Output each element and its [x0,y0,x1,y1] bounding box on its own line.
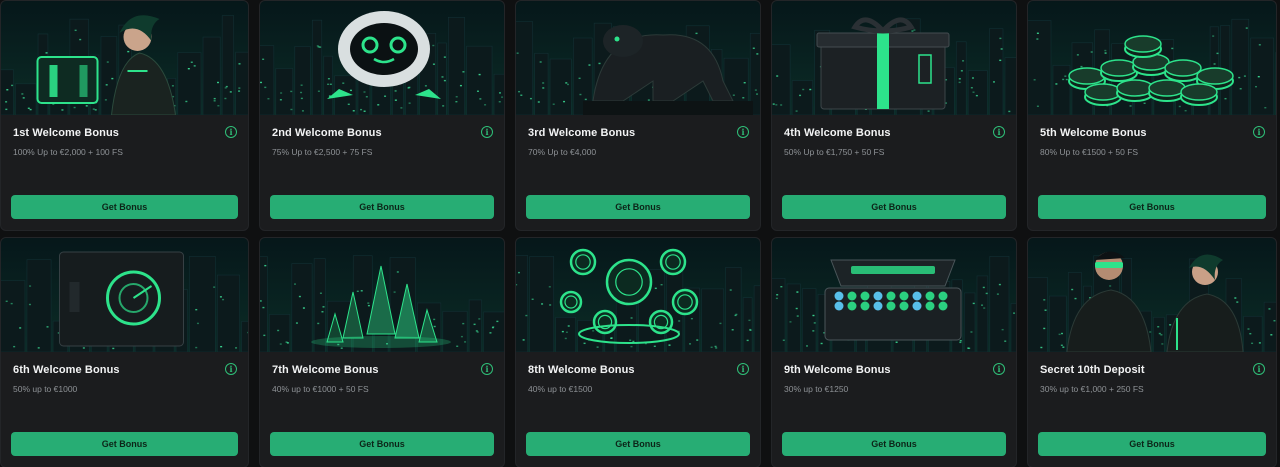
bonus-artwork [260,1,504,115]
get-bonus-button[interactable]: Get Bonus [270,195,494,219]
get-bonus-button[interactable]: Get Bonus [526,195,750,219]
bonus-card: 7th Welcome Bonus i 40% up to €1000 + 50 F… [259,237,505,467]
get-bonus-button[interactable]: Get Bonus [782,195,1006,219]
bonus-card: 8th Welcome Bonus i 40% up to €1500 Get Bon… [515,237,761,467]
bonus-title: 3rd Welcome Bonus [528,127,636,139]
bonus-description: 100% Up to €2,000 + 100 FS [13,147,123,157]
bonus-title: 8th Welcome Bonus [528,364,635,376]
bonus-title: 7th Welcome Bonus [272,364,379,376]
bonus-description: 50% Up to €1,750 + 50 FS [784,147,885,157]
get-bonus-button[interactable]: Get Bonus [782,432,1006,456]
bonus-card: 2nd Welcome Bonus i 75% Up to €2,500 + 75 … [259,0,505,231]
bonus-title: Secret 10th Deposit [1040,364,1145,376]
bonus-description: 30% up to €1,000 + 250 FS [1040,384,1144,394]
bonus-title: 4th Welcome Bonus [784,127,891,139]
bonus-artwork [260,238,504,352]
get-bonus-button[interactable]: Get Bonus [270,432,494,456]
info-icon[interactable]: i [481,363,493,375]
info-icon[interactable]: i [225,126,237,138]
bonus-card: 4th Welcome Bonus i 50% Up to €1,750 + 50 … [771,0,1017,231]
info-icon[interactable]: i [737,363,749,375]
bonus-artwork [1,1,248,115]
bonus-description: 40% up to €1500 [528,384,593,394]
bonus-description: 40% up to €1000 + 50 FS [272,384,369,394]
get-bonus-button[interactable]: Get Bonus [11,195,238,219]
info-icon[interactable]: i [1253,363,1265,375]
bonus-artwork [516,238,760,352]
bonus-description: 50% up to €1000 [13,384,78,394]
bonus-card: 1st Welcome Bonus i 100% Up to €2,000 + 10… [0,0,249,231]
bonus-description: 75% Up to €2,500 + 75 FS [272,147,373,157]
get-bonus-button[interactable]: Get Bonus [526,432,750,456]
bonus-title: 5th Welcome Bonus [1040,127,1147,139]
bonus-title: 9th Welcome Bonus [784,364,891,376]
bonus-artwork [516,1,760,115]
bonus-artwork [1028,1,1276,115]
bonus-description: 70% Up to €4,000 [528,147,597,157]
bonus-title: 6th Welcome Bonus [13,364,120,376]
bonus-card: 6th Welcome Bonus i 50% up to €1000 Get Bon… [0,237,249,467]
info-icon[interactable]: i [1253,126,1265,138]
get-bonus-button[interactable]: Get Bonus [1038,195,1266,219]
info-icon[interactable]: i [737,126,749,138]
info-icon[interactable]: i [993,126,1005,138]
bonus-grid: 1st Welcome Bonus i 100% Up to €2,000 + 10… [0,0,1280,467]
bonus-card: Secret 10th Deposit i 30% up to €1,000 + 2… [1027,237,1277,467]
bonus-artwork [1028,238,1276,352]
bonus-card: 5th Welcome Bonus i 80% Up to €1500 + 50 F… [1027,0,1277,231]
info-icon[interactable]: i [225,363,237,375]
get-bonus-button[interactable]: Get Bonus [1038,432,1266,456]
bonus-artwork [772,1,1016,115]
get-bonus-button[interactable]: Get Bonus [11,432,238,456]
bonus-artwork [772,238,1016,352]
info-icon[interactable]: i [993,363,1005,375]
bonus-artwork [1,238,248,352]
bonus-description: 30% up to €1250 [784,384,849,394]
bonus-description: 80% Up to €1500 + 50 FS [1040,147,1139,157]
info-icon[interactable]: i [481,126,493,138]
bonus-title: 2nd Welcome Bonus [272,127,382,139]
bonus-card: 9th Welcome Bonus i 30% up to €1250 Get Bon… [771,237,1017,467]
bonus-card: 3rd Welcome Bonus i 70% Up to €4,000 Get Bo… [515,0,761,231]
bonus-title: 1st Welcome Bonus [13,127,120,139]
